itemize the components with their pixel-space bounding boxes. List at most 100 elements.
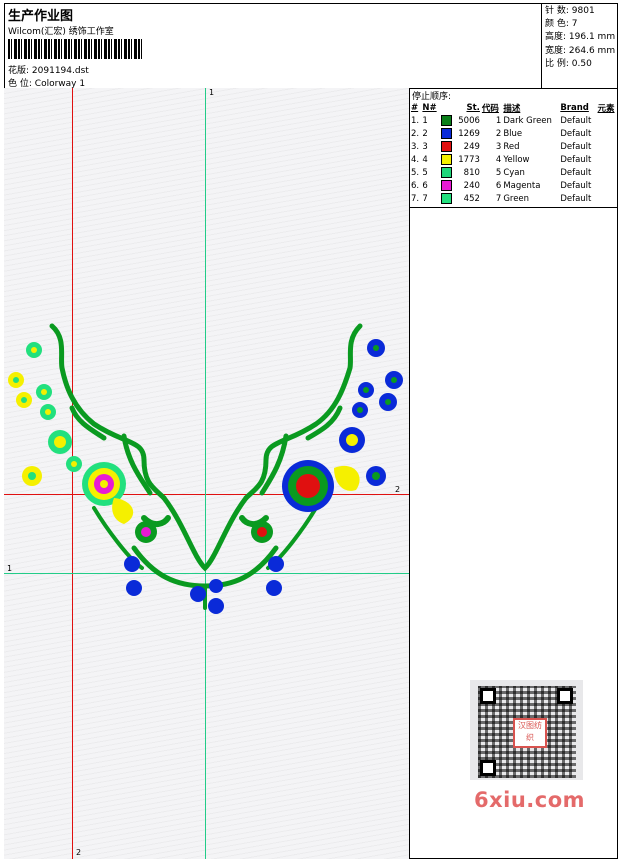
row-needle: 2 (422, 128, 428, 139)
row-stitches: 810 (463, 167, 480, 178)
row-hash: 6. (411, 180, 420, 191)
row-stitches: 240 (463, 180, 480, 191)
table-row[interactable]: 6. 6 240 6 Magenta Default (410, 179, 618, 192)
row-code: 5 (495, 167, 502, 178)
row-element (597, 127, 618, 140)
row-desc: Blue (503, 128, 523, 139)
stats-panel: 针 数: 9801 颜 色: 7 高度: 196.1 mm 宽度: 264.6 … (541, 3, 618, 89)
qr-corner-bl (480, 760, 496, 776)
row-hash: 5. (411, 167, 420, 178)
row-hash: 1. (411, 115, 420, 126)
row-brand: Default (560, 193, 592, 204)
design-scale: 比 例: 0.50 (545, 58, 592, 69)
row-stitches: 5006 (458, 115, 480, 126)
design-width: 宽度: 264.6 mm (545, 45, 616, 56)
row-swatch (440, 140, 455, 153)
row-needle: 1 (422, 115, 428, 126)
row-brand: Default (560, 154, 592, 165)
row-brand: Default (560, 115, 592, 126)
row-brand: Default (560, 167, 592, 178)
row-swatch (440, 179, 455, 192)
stop-sequence-table: # N# St. 代码 描述 Brand 元素 1. 1 5006 1 Dark Gre… (410, 101, 618, 205)
row-element (597, 166, 618, 179)
company-name: Wilcom(汇宏) 绣饰工作室 (8, 27, 114, 37)
row-brand: Default (560, 141, 592, 152)
watermark-stamp: 汉图纺织 (513, 718, 547, 748)
table-row[interactable]: 5. 5 810 5 Cyan Default (410, 166, 618, 179)
row-needle: 6 (422, 180, 428, 191)
qr-corner-tl (480, 688, 496, 704)
row-brand: Default (560, 128, 592, 139)
col-swatch (440, 101, 455, 114)
row-desc: Dark Green (503, 115, 552, 126)
row-desc: Magenta (503, 180, 541, 191)
row-desc: Cyan (503, 167, 525, 178)
row-desc: Green (503, 193, 530, 204)
table-row[interactable]: 7. 7 452 7 Green Default (410, 192, 618, 205)
row-element (597, 179, 618, 192)
row-needle: 4 (422, 154, 428, 165)
row-element (597, 192, 618, 205)
row-stitches: 249 (463, 141, 480, 152)
row-element (597, 140, 618, 153)
row-needle: 5 (422, 167, 428, 178)
col-desc: 描述 (503, 103, 521, 114)
row-code: 2 (495, 128, 502, 139)
table-row[interactable]: 1. 1 5006 1 Dark Green Default (410, 114, 618, 127)
row-needle: 3 (422, 141, 428, 152)
row-code: 1 (495, 115, 502, 126)
stop-sequence-rows: 1. 1 5006 1 Dark Green Default 2. 2 1269 2 Blue Def… (410, 114, 618, 205)
row-code: 6 (495, 180, 502, 191)
row-stitches: 1773 (458, 154, 480, 165)
row-code: 4 (495, 154, 502, 165)
row-code: 3 (495, 141, 502, 152)
row-needle: 7 (422, 193, 428, 204)
row-element (597, 114, 618, 127)
row-hash: 4. (411, 154, 420, 165)
table-row[interactable]: 4. 4 1773 4 Yellow Default (410, 153, 618, 166)
watermark-site: 6xiu.com (474, 788, 586, 812)
row-stitches: 1269 (458, 128, 480, 139)
stitch-count: 针 数: 9801 (545, 6, 595, 16)
stop-sequence-panel: 停止顺序: # N# St. 代码 描述 Brand 元素 1. 1 5006 1 Da… (410, 88, 618, 208)
row-element (597, 153, 618, 166)
color-swatch (440, 180, 452, 191)
table-row[interactable]: 2. 2 1269 2 Blue Default (410, 127, 618, 140)
col-code: 代码 (481, 103, 499, 114)
design-line: 花版: 2091194.dst (8, 63, 89, 76)
color-swatch (440, 154, 452, 165)
color-swatch (440, 128, 452, 139)
col-needle: N# (422, 102, 437, 113)
color-swatch (440, 167, 452, 178)
row-brand: Default (560, 180, 592, 191)
col-element: 元素 (597, 103, 615, 114)
design-canvas[interactable]: 1 1 2 2 (4, 88, 410, 859)
barcode (8, 39, 144, 59)
design-value: 2091194.dst (31, 66, 89, 76)
row-desc: Red (503, 141, 520, 152)
page-title: 生产作业图 (8, 9, 74, 24)
col-stitches: St. (466, 102, 480, 113)
row-hash: 7. (411, 193, 420, 204)
col-hash: # (411, 102, 419, 113)
color-swatch (440, 115, 452, 126)
row-swatch (440, 192, 455, 205)
row-desc: Yellow (503, 154, 530, 165)
design-label: 花版: (8, 66, 30, 76)
row-stitches: 452 (463, 193, 480, 204)
col-brand: Brand (560, 102, 589, 113)
color-count: 颜 色: 7 (545, 19, 578, 30)
color-swatch (440, 141, 452, 152)
embroidery-design (8, 323, 403, 614)
design-height: 高度: 196.1 mm (545, 32, 616, 43)
color-swatch (440, 193, 452, 204)
row-swatch (440, 114, 455, 127)
row-swatch (440, 153, 455, 166)
header-panel: 生产作业图 Wilcom(汇宏) 绣饰工作室 花版: 2091194.dst 色… (4, 3, 618, 89)
row-hash: 2. (411, 128, 420, 139)
qr-corner-tr (557, 688, 573, 704)
table-row[interactable]: 3. 3 249 3 Red Default (410, 140, 618, 153)
row-code: 7 (495, 193, 502, 204)
row-swatch (440, 166, 455, 179)
row-hash: 3. (411, 141, 420, 152)
